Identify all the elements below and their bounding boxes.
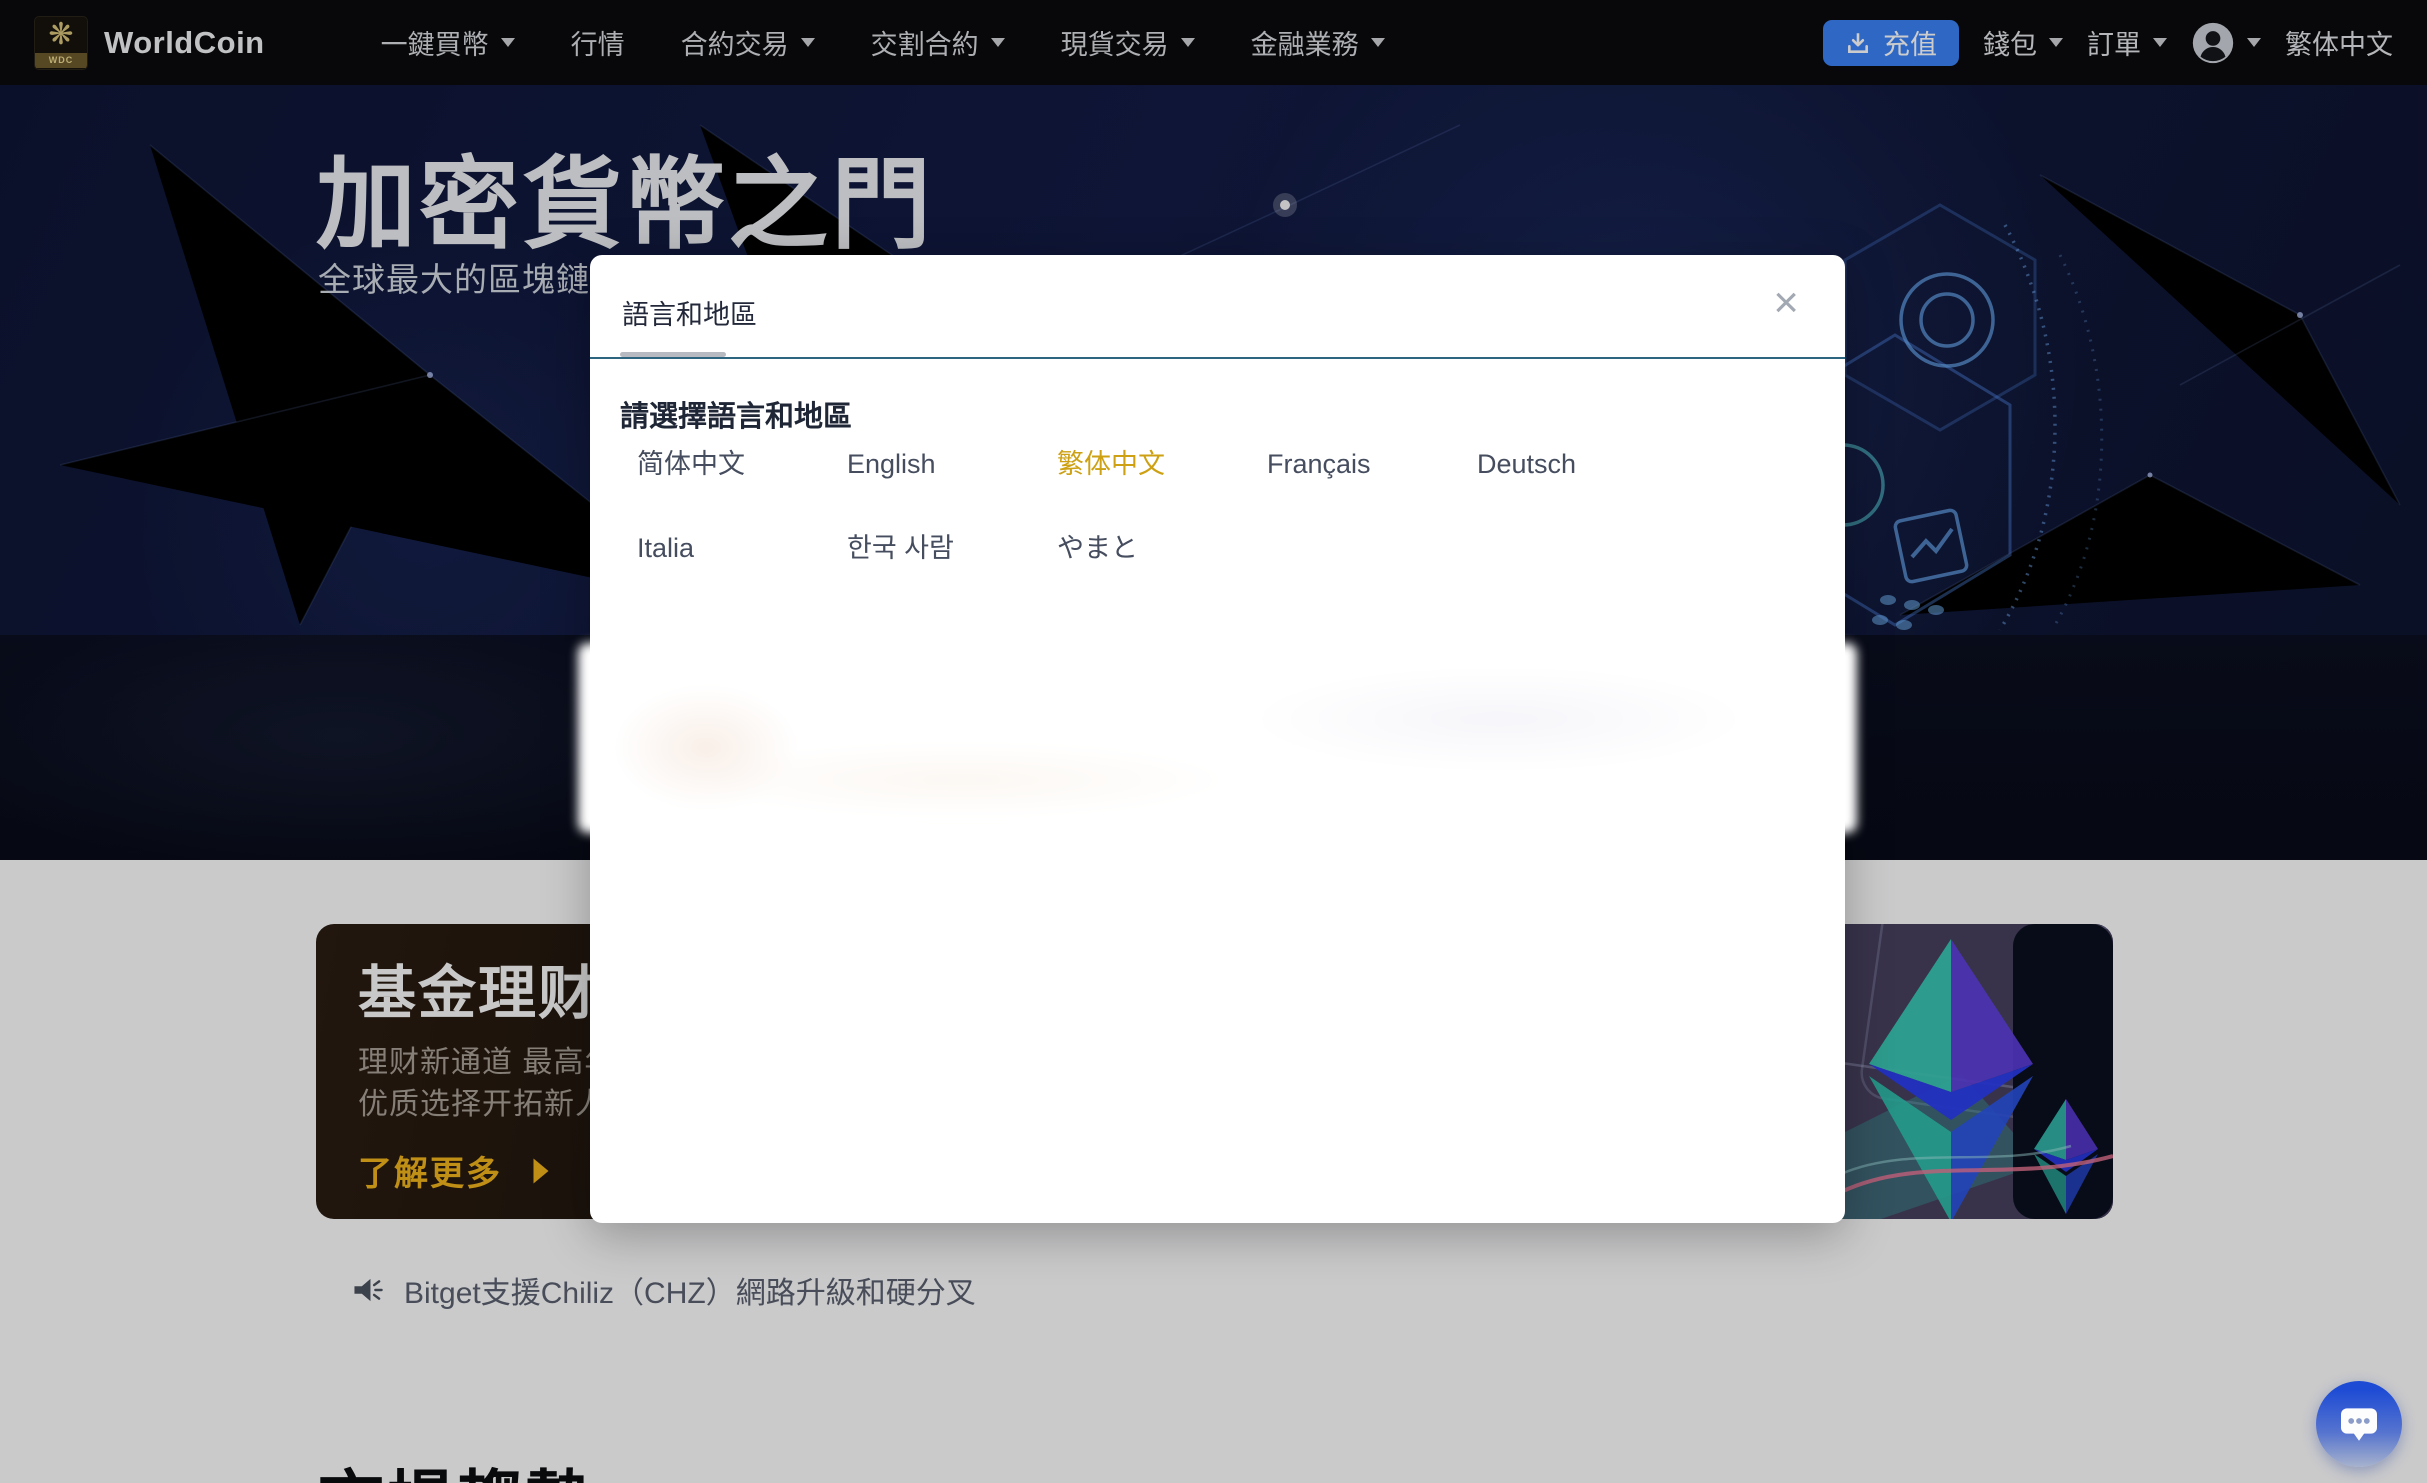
language-option-italian[interactable]: Italia xyxy=(620,531,830,565)
language-option-zh-hant-selected[interactable]: 繁体中文 xyxy=(1040,447,1250,481)
language-option-zh-hans[interactable]: 简体中文 xyxy=(620,447,830,481)
language-option-english[interactable]: English xyxy=(830,447,1040,481)
language-option-japanese[interactable]: やまと xyxy=(1040,531,1250,565)
modal-header: 語言和地區 × xyxy=(590,255,1845,359)
modal-title: 語言和地區 xyxy=(622,300,757,330)
language-section-heading: 請選擇語言和地區 xyxy=(620,401,853,433)
language-option-german[interactable]: Deutsch xyxy=(1460,447,1670,481)
chat-bubble-icon xyxy=(2341,1408,2377,1441)
blurred-region-content xyxy=(578,643,1857,833)
active-tab-indicator xyxy=(620,352,726,357)
language-options-grid: 简体中文 English 繁体中文 Français Deutsch Itali… xyxy=(620,447,1670,565)
close-icon[interactable]: × xyxy=(1773,281,1799,325)
language-option-korean[interactable]: 한국 사람 xyxy=(830,531,1040,565)
page: ❋ WDC WorldCoin 一鍵買幣 行情 合約交易 交割合約 現貨交易 金… xyxy=(0,0,2427,1483)
chat-button[interactable] xyxy=(2316,1381,2402,1467)
language-option-french[interactable]: Français xyxy=(1250,447,1460,481)
language-region-modal: 語言和地區 × 請選擇語言和地區 简体中文 English 繁体中文 Franç… xyxy=(578,255,1857,1223)
